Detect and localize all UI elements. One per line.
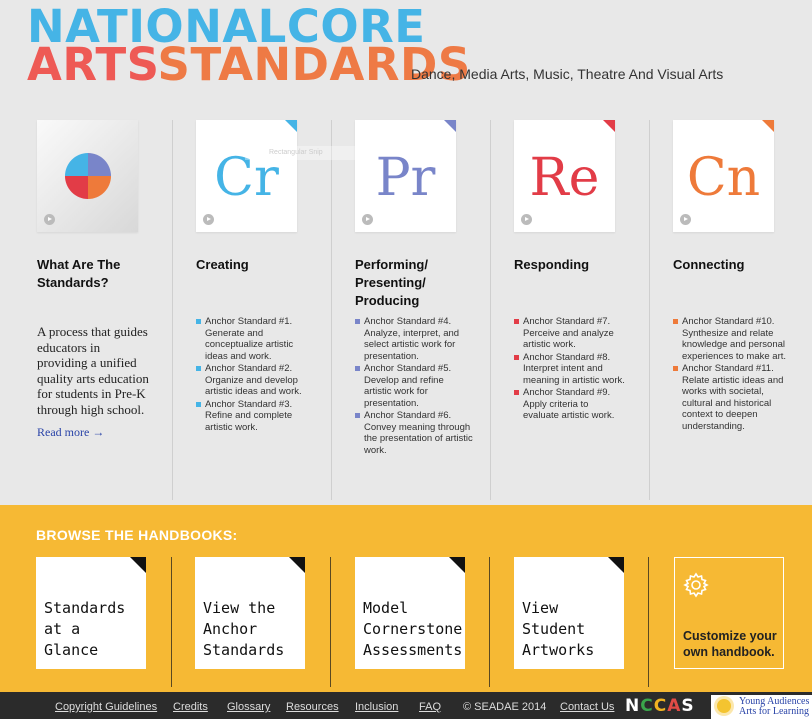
browse-handbooks-section: BROWSE THE HANDBOOKS: Standards at a Gla… bbox=[0, 505, 812, 692]
intro-description: A process that guides educators in provi… bbox=[37, 324, 149, 417]
handbook-label: View the Anchor Standards bbox=[203, 599, 285, 659]
nccas-logo[interactable]: NCCAS bbox=[625, 696, 695, 716]
young-audiences-logo[interactable]: Young Audiences Arts for Learning bbox=[711, 695, 812, 719]
creating-title: Creating bbox=[196, 257, 249, 272]
handbook-divider bbox=[489, 557, 490, 687]
footer-copyright: © SEADAE 2014 bbox=[463, 701, 547, 713]
responding-anchor-list: Anchor Standard #7. Perceive and analyze… bbox=[514, 316, 626, 422]
handbook-standards-at-a-glance[interactable]: Standards at a Glance bbox=[36, 557, 146, 669]
creating-card[interactable]: Cr bbox=[196, 120, 297, 232]
performing-card[interactable]: Pr bbox=[355, 120, 456, 232]
anchor-standard-5[interactable]: Anchor Standard #5. Develop and refine a… bbox=[355, 363, 473, 409]
anchor-standard-6[interactable]: Anchor Standard #6. Convey meaning throu… bbox=[355, 410, 473, 456]
connecting-card[interactable]: Cn bbox=[673, 120, 774, 232]
footer-link-credits[interactable]: Credits bbox=[173, 701, 208, 713]
footer-link-glossary[interactable]: Glossary bbox=[227, 701, 270, 713]
customize-label: Customize your own handbook. bbox=[683, 629, 777, 659]
partner-line2: Arts for Learning bbox=[739, 706, 809, 717]
responding-abbr: Re bbox=[529, 148, 600, 208]
read-more-link[interactable]: Read more → bbox=[37, 425, 177, 440]
site-footer: Copyright Guidelines Credits Glossary Re… bbox=[0, 692, 812, 719]
anchor-standard-9[interactable]: Anchor Standard #9. Apply criteria to ev… bbox=[514, 387, 626, 422]
intro-column: What Are The Standards? A process that g… bbox=[37, 120, 177, 440]
handbook-label: View Student Artworks bbox=[522, 599, 595, 659]
footer-link-contact[interactable]: Contact Us bbox=[560, 701, 614, 713]
anchor-standard-1[interactable]: Anchor Standard #1. Generate and concept… bbox=[196, 316, 318, 362]
responding-title: Responding bbox=[514, 257, 590, 272]
anchor-standard-3[interactable]: Anchor Standard #3. Refine and complete … bbox=[196, 399, 318, 434]
responding-card[interactable]: Re bbox=[514, 120, 615, 232]
anchor-standard-11[interactable]: Anchor Standard #11. Relate artistic ide… bbox=[673, 363, 791, 432]
footer-link-copyright[interactable]: Copyright Guidelines bbox=[55, 701, 157, 713]
customize-handbook-button[interactable]: Customize your own handbook. bbox=[674, 557, 784, 669]
play-icon[interactable] bbox=[680, 214, 691, 225]
intro-title: What Are The Standards? bbox=[37, 257, 121, 290]
performing-title: Performing/ Presenting/ Producing bbox=[355, 257, 428, 308]
sun-icon bbox=[717, 699, 731, 713]
anchor-standard-7[interactable]: Anchor Standard #7. Perceive and analyze… bbox=[514, 316, 626, 351]
footer-link-faq[interactable]: FAQ bbox=[419, 701, 441, 713]
anchor-standard-4[interactable]: Anchor Standard #4. Analyze, interpret, … bbox=[355, 316, 473, 362]
play-icon[interactable] bbox=[44, 214, 55, 225]
creating-anchor-list: Anchor Standard #1. Generate and concept… bbox=[196, 316, 318, 433]
footer-link-resources[interactable]: Resources bbox=[286, 701, 339, 713]
anchor-standard-8[interactable]: Anchor Standard #8. Interpret intent and… bbox=[514, 352, 626, 387]
play-icon[interactable] bbox=[521, 214, 532, 225]
handbook-label: Standards at a Glance bbox=[44, 599, 126, 659]
connecting-title: Connecting bbox=[673, 257, 745, 272]
standards-video-card[interactable] bbox=[37, 120, 138, 232]
play-icon[interactable] bbox=[362, 214, 373, 225]
connecting-abbr: Cn bbox=[686, 148, 761, 208]
performing-abbr: Pr bbox=[375, 148, 436, 208]
connecting-anchor-list: Anchor Standard #10. Synthesize and rela… bbox=[673, 316, 791, 432]
handbook-divider bbox=[648, 557, 649, 687]
handbook-divider bbox=[330, 557, 331, 687]
footer-link-inclusion[interactable]: Inclusion bbox=[355, 701, 398, 713]
anchor-standard-10[interactable]: Anchor Standard #10. Synthesize and rela… bbox=[673, 316, 791, 362]
gear-icon bbox=[683, 572, 709, 598]
logo-arts: ARTS bbox=[27, 38, 158, 91]
creating-column: Cr Creating Anchor Standard #1. Generate… bbox=[196, 120, 336, 434]
process-wheel-icon bbox=[65, 153, 111, 199]
browse-title: BROWSE THE HANDBOOKS: bbox=[36, 527, 238, 543]
handbook-anchor-standards[interactable]: View the Anchor Standards bbox=[195, 557, 305, 669]
handbook-divider bbox=[171, 557, 172, 687]
handbook-student-artworks[interactable]: View Student Artworks bbox=[514, 557, 624, 669]
anchor-standard-2[interactable]: Anchor Standard #2. Organize and develop… bbox=[196, 363, 318, 398]
connecting-column: Cn Connecting Anchor Standard #10. Synth… bbox=[673, 120, 812, 433]
site-logo[interactable]: NATIONALCORE ARTSSTANDARDS bbox=[27, 4, 471, 87]
logo-standards: STANDARDS bbox=[157, 38, 471, 91]
handbook-cornerstone-assessments[interactable]: Model Cornerstone Assessments bbox=[355, 557, 465, 669]
column-divider bbox=[172, 120, 173, 500]
performing-anchor-list: Anchor Standard #4. Analyze, interpret, … bbox=[355, 316, 473, 456]
handbook-label: Model Cornerstone Assessments bbox=[363, 599, 463, 659]
responding-column: Re Responding Anchor Standard #7. Percei… bbox=[514, 120, 654, 423]
performing-column: Pr Performing/ Presenting/ Producing Anc… bbox=[355, 120, 495, 457]
tagline: Dance, Media Arts, Music, Theatre And Vi… bbox=[411, 66, 724, 82]
play-icon[interactable] bbox=[203, 214, 214, 225]
